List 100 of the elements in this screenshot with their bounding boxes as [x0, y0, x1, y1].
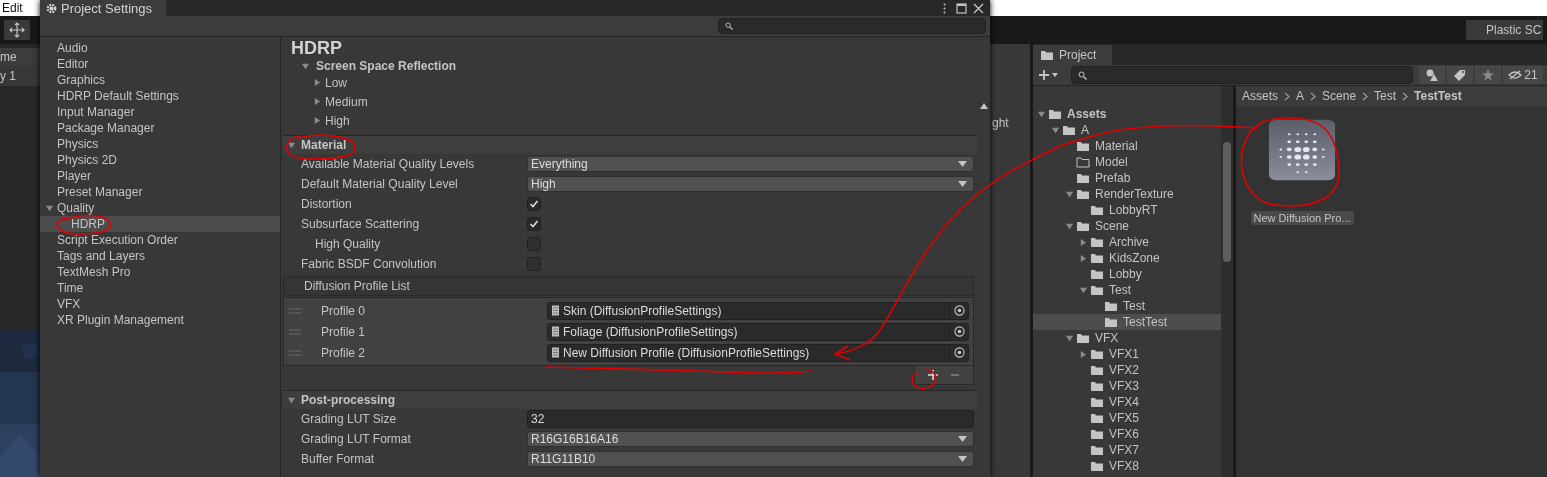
tree-item[interactable]: KidsZone	[1033, 250, 1221, 266]
sidebar-item[interactable]: VFX	[40, 296, 280, 312]
sidebar-item[interactable]: Tags and Layers	[40, 248, 280, 264]
object-field[interactable]: Skin (DiffusionProfileSettings)	[547, 301, 969, 320]
arrow-icon[interactable]	[1065, 189, 1074, 199]
breadcrumb-item[interactable]: Assets	[1242, 89, 1278, 103]
sidebar-item[interactable]: Script Execution Order	[40, 232, 280, 248]
tree-item[interactable]: Test	[1033, 282, 1221, 298]
sidebar-item[interactable]: Graphics	[40, 72, 280, 88]
arrow-icon[interactable]	[1079, 237, 1088, 247]
tree-item[interactable]: VFX2	[1033, 362, 1221, 378]
tree-item[interactable]: TestTest	[1033, 314, 1221, 330]
sidebar-item[interactable]: Preset Manager	[40, 184, 280, 200]
tree-item[interactable]: Lobby	[1033, 266, 1221, 282]
sidebar-item[interactable]: HDRP	[40, 216, 280, 232]
dropdown[interactable]: R11G11B10	[527, 451, 974, 467]
sidebar-item[interactable]: Audio	[40, 40, 280, 56]
foldout-header[interactable]: Low	[283, 73, 978, 92]
tree-item[interactable]: VFX1	[1033, 346, 1221, 362]
tree-item[interactable]: Test	[1033, 298, 1221, 314]
breadcrumb-item[interactable]: TestTest	[1414, 89, 1462, 103]
sidebar-item[interactable]: Physics	[40, 136, 280, 152]
caret-icon	[958, 161, 967, 167]
folder-icon	[1104, 300, 1118, 312]
hidden-count-button[interactable]: 21	[1503, 66, 1543, 84]
arrow-icon[interactable]	[287, 395, 296, 405]
arrow-icon[interactable]	[1065, 333, 1074, 343]
move-tool-button[interactable]	[4, 20, 30, 40]
window-title: Project Settings	[61, 0, 153, 16]
arrow-icon[interactable]	[1079, 285, 1088, 295]
object-picker-icon[interactable]	[953, 347, 965, 358]
folder-icon	[1048, 108, 1062, 120]
sidebar-item[interactable]: Physics 2D	[40, 152, 280, 168]
maximize-icon[interactable]	[956, 2, 967, 14]
sidebar-item[interactable]: Input Manager	[40, 104, 280, 120]
tree-item[interactable]: VFX5	[1033, 410, 1221, 426]
arrow-icon[interactable]	[1079, 349, 1088, 359]
object-field[interactable]: Foliage (DiffusionProfileSettings)	[547, 322, 969, 341]
sidebar-item[interactable]: TextMesh Pro	[40, 264, 280, 280]
foldout-header[interactable]: High	[283, 111, 978, 130]
dropdown[interactable]: High	[527, 176, 974, 192]
tree-item[interactable]: VFX4	[1033, 394, 1221, 410]
sidebar-item[interactable]: Player	[40, 168, 280, 184]
tab[interactable]: Project	[1033, 45, 1113, 65]
dropdown[interactable]: R16G16B16A16	[527, 431, 974, 447]
menu-item[interactable]: Edit	[2, 1, 23, 15]
sidebar-item[interactable]: Quality	[40, 200, 280, 216]
breadcrumb-item[interactable]: Test	[1374, 89, 1397, 103]
sidebar-item[interactable]: Editor	[40, 56, 280, 72]
tree-item[interactable]: VFX6	[1033, 426, 1221, 442]
arrow-icon[interactable]	[313, 97, 322, 106]
input-field[interactable]: 32	[527, 410, 974, 428]
object-field[interactable]: New Diffusion Profile (DiffusionProfileSettings)	[547, 343, 969, 362]
breadcrumb-item[interactable]: A	[1296, 89, 1305, 103]
tree-item[interactable]: VFX3	[1033, 378, 1221, 394]
tree-item[interactable]: Scene	[1033, 218, 1221, 234]
dropdown[interactable]: Everything	[527, 156, 974, 172]
tree-item[interactable]: Prefab	[1033, 170, 1221, 186]
search-field[interactable]	[1071, 66, 1413, 84]
inspector-label: ght	[991, 116, 1010, 130]
tree-item[interactable]: A	[1033, 122, 1221, 138]
folder-icon	[1076, 172, 1090, 184]
checkbox[interactable]	[527, 197, 541, 211]
checkbox[interactable]	[527, 217, 541, 231]
section-header[interactable]: Post-processing	[283, 390, 978, 409]
sidebar-item[interactable]: HDRP Default Settings	[40, 88, 280, 104]
section-header[interactable]: Material	[283, 135, 978, 154]
tree-item[interactable]: Assets	[1033, 106, 1221, 122]
arrow-icon[interactable]	[1065, 221, 1074, 231]
object-picker-icon[interactable]	[953, 305, 965, 316]
scrollbar-thumb[interactable]	[1223, 142, 1231, 262]
foldout-arrow-icon[interactable]	[45, 203, 54, 213]
arrow-icon[interactable]	[1079, 253, 1088, 263]
shapes-icon[interactable]	[1419, 66, 1445, 84]
folder-icon	[1090, 268, 1104, 280]
tag-icon[interactable]	[1447, 66, 1473, 84]
sidebar-item[interactable]: XR Plugin Management	[40, 312, 280, 328]
sidebar-item[interactable]: Package Manager	[40, 120, 280, 136]
search-field[interactable]	[718, 18, 986, 34]
sidebar-item[interactable]: Time	[40, 280, 280, 296]
tree-item[interactable]: LobbyRT	[1033, 202, 1221, 218]
foldout-header[interactable]: Medium	[283, 92, 978, 111]
plastic-button[interactable]: Plastic SC	[1466, 20, 1543, 40]
tree-item[interactable]: VFX	[1033, 330, 1221, 346]
tree-item[interactable]: RenderTexture	[1033, 186, 1221, 202]
arrow-icon[interactable]	[287, 140, 296, 150]
tree-item[interactable]: Material	[1033, 138, 1221, 154]
foldout-header[interactable]: Screen Space Reflection	[283, 59, 978, 73]
arrow-icon[interactable]	[1051, 125, 1060, 135]
breadcrumb-item[interactable]: Scene	[1322, 89, 1357, 103]
tree-item[interactable]: Archive	[1033, 234, 1221, 250]
object-picker-icon[interactable]	[953, 326, 965, 337]
diffusion-profile-icon[interactable]	[1268, 119, 1336, 181]
scroll-up-icon[interactable]	[980, 103, 988, 109]
arrow-icon[interactable]	[1037, 109, 1046, 119]
arrow-icon[interactable]	[313, 116, 322, 125]
close-icon[interactable]	[973, 2, 984, 14]
tree-item[interactable]: Model	[1033, 154, 1221, 170]
tree-item[interactable]: VFX8	[1033, 458, 1221, 474]
tree-item[interactable]: VFX7	[1033, 442, 1221, 458]
